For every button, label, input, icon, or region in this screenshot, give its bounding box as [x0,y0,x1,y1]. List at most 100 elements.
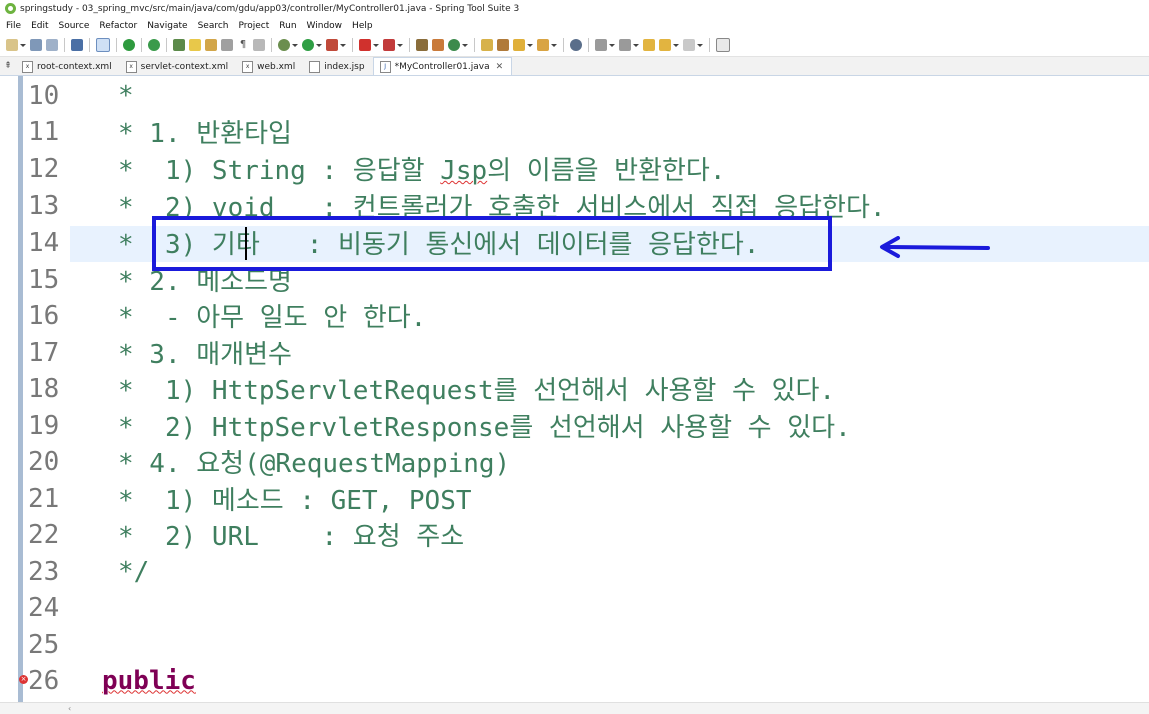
code-text: * 2) HttpServletResponse를 선언해서 사용할 수 있다. [118,413,851,443]
external-tools-icon[interactable] [326,39,338,51]
globe-icon[interactable] [570,39,582,51]
menu-help[interactable]: Help [347,21,378,31]
tab-root-context[interactable]: x root-context.xml [16,58,120,75]
line-number: 23 [28,556,60,587]
open-task-icon[interactable] [497,39,509,51]
toolbar-separator [709,38,710,52]
toolbar-separator [141,38,142,52]
external-tools-dropdown-icon[interactable] [340,39,346,51]
previous-annotation-icon[interactable] [619,39,631,51]
scroll-left-icon[interactable]: ‹ [68,704,71,713]
pin-icon[interactable] [173,39,185,51]
line-number: 14 [28,227,60,258]
tab-label: servlet-context.xml [140,61,229,72]
menu-bar: File Edit Source Refactor Navigate Searc… [0,17,1149,34]
code-text: * 1) HttpServletRequest를 선언해서 사용할 수 있다. [118,376,836,406]
new-dropdown-icon[interactable] [20,39,26,51]
save-icon[interactable] [30,39,42,51]
refresh-icon[interactable] [148,39,160,51]
open-perspective-icon[interactable] [716,38,730,52]
line-number: 12 [28,153,60,184]
code-text-pre: * 1) String : 응답할 [118,156,441,186]
new-icon[interactable] [6,39,18,51]
run-icon[interactable] [302,39,314,51]
code-text: * 1. 반환타입 [118,119,292,149]
code-text: * - 아무 일도 안 한다. [118,303,427,333]
terminal-icon[interactable] [71,39,83,51]
last-edit-location-icon[interactable] [643,39,655,51]
tab-index-jsp[interactable]: index.jsp [303,58,372,75]
toolbar-separator [563,38,564,52]
menu-refactor[interactable]: Refactor [94,21,142,31]
menu-file[interactable]: File [0,21,26,31]
highlight-icon[interactable] [189,39,201,51]
server-dropdown-icon[interactable] [397,39,403,51]
word-wrap-icon[interactable] [221,39,233,51]
format-icon[interactable] [253,39,265,51]
window-title: springstudy - 03_spring_mvc/src/main/jav… [20,3,520,14]
code-keyword: public [102,665,196,696]
line-number: 11 [28,116,60,147]
line-number: 24 [28,592,60,623]
code-editor[interactable]: 10 * 11 * 1. 반환타입 12 * 1) String : 응답할 J… [0,76,1149,702]
stop-server-icon[interactable] [359,39,371,51]
stop-dropdown-icon[interactable] [373,39,379,51]
back-dropdown-icon[interactable] [673,39,679,51]
overview-ruler [18,76,23,702]
tab-servlet-context[interactable]: x servlet-context.xml [120,58,236,75]
spelling-error-word: Jsp [440,156,488,186]
save-all-icon[interactable] [46,39,58,51]
open-folder-icon[interactable] [537,39,549,51]
text-caret [245,227,247,260]
forward-dropdown-icon[interactable] [697,39,703,51]
server-icon[interactable] [383,39,395,51]
menu-run[interactable]: Run [274,21,301,31]
new-package-icon[interactable] [432,39,444,51]
line-number: 20 [28,446,60,477]
code-text: * [118,80,134,111]
menu-edit[interactable]: Edit [26,21,53,31]
toggle-mark-occurrences-icon[interactable] [96,38,110,52]
tab-mycontroller01[interactable]: J *MyController01.java ✕ [372,57,513,75]
block-select-icon[interactable] [205,39,217,51]
forward-icon[interactable] [683,39,695,51]
search-dropdown-icon[interactable] [527,39,533,51]
new-class-icon[interactable] [448,39,460,51]
tab-web-xml[interactable]: x web.xml [236,58,303,75]
new-class-dropdown-icon[interactable] [462,39,468,51]
close-icon[interactable]: ✕ [496,62,504,72]
spring-boot-icon[interactable] [123,39,135,51]
back-icon[interactable] [659,39,671,51]
previous-annotation-dropdown-icon[interactable] [633,39,639,51]
run-dropdown-icon[interactable] [316,39,322,51]
line-number: 17 [28,337,60,368]
show-whitespace-icon[interactable]: ¶ [237,39,249,51]
toolbar-separator [588,38,589,52]
menu-source[interactable]: Source [54,21,95,31]
debug-dropdown-icon[interactable] [292,39,298,51]
line-number: 18 [28,373,60,404]
open-type-icon[interactable] [481,39,493,51]
jsp-file-icon [309,60,321,73]
search-icon[interactable] [513,39,525,51]
show-list-icon[interactable]: ⇞ [0,57,16,75]
toolbar-separator [166,38,167,52]
error-marker-icon[interactable]: × [19,675,28,684]
menu-window[interactable]: Window [302,21,348,31]
menu-search[interactable]: Search [193,21,234,31]
menu-navigate[interactable]: Navigate [142,21,192,31]
code-text: * 1) 메소드 : GET, POST [118,486,472,516]
code-text: * 4. 요청(@RequestMapping) [118,449,511,479]
horizontal-scrollbar[interactable]: ‹ [0,702,1149,714]
debug-icon[interactable] [278,39,290,51]
open-folder-dropdown-icon[interactable] [551,39,557,51]
xml-file-icon: x [242,60,254,73]
tab-label: index.jsp [324,61,365,72]
tab-label: root-context.xml [37,61,112,72]
next-annotation-icon[interactable] [595,39,607,51]
next-annotation-dropdown-icon[interactable] [609,39,615,51]
new-java-project-icon[interactable] [416,39,428,51]
toolbar-separator [116,38,117,52]
line-number: 22 [28,519,60,550]
menu-project[interactable]: Project [233,21,274,31]
